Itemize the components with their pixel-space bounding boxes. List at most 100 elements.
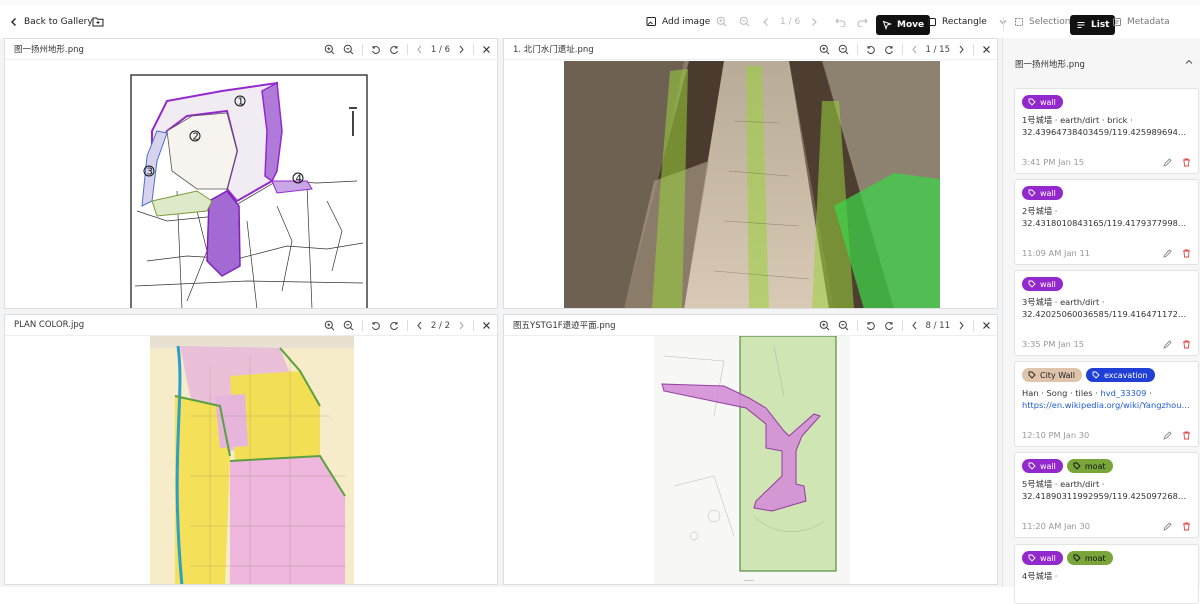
north-water-gate-excavation-photo[interactable] bbox=[564, 61, 940, 309]
zoom-in-icon[interactable] bbox=[819, 320, 830, 331]
tag-list: wall bbox=[1022, 277, 1191, 291]
rotate-left-icon[interactable] bbox=[371, 45, 381, 55]
redo-button[interactable] bbox=[857, 12, 868, 32]
chevron-right-icon[interactable] bbox=[958, 321, 965, 330]
chevron-left-icon[interactable] bbox=[911, 321, 918, 330]
close-icon[interactable] bbox=[482, 321, 491, 330]
chevron-right-icon[interactable] bbox=[958, 45, 965, 54]
divider bbox=[901, 320, 903, 331]
selection-tab[interactable]: Selection bbox=[1014, 12, 1070, 32]
list-tab[interactable]: List bbox=[1070, 15, 1116, 35]
tag-city-wall[interactable]: City Wall bbox=[1022, 368, 1082, 382]
zoom-in-button[interactable] bbox=[716, 12, 727, 32]
edit-icon[interactable] bbox=[1163, 430, 1172, 440]
rotate-right-icon[interactable] bbox=[884, 321, 894, 331]
back-to-gallery-button[interactable]: Back to Gallery bbox=[9, 12, 93, 32]
folder-button[interactable] bbox=[92, 12, 104, 32]
chevron-left-icon[interactable] bbox=[911, 45, 918, 54]
wikipedia-link[interactable]: https://en.wikipedia.org/wiki/Yangzhou ·… bbox=[1022, 399, 1191, 411]
rotate-right-icon[interactable] bbox=[389, 321, 399, 331]
close-icon[interactable] bbox=[482, 45, 491, 54]
tag-icon bbox=[1028, 280, 1036, 288]
card-footer: 3:35 PM Jan 15 bbox=[1022, 339, 1191, 349]
figure-caption: —— bbox=[744, 578, 754, 584]
chevron-up-icon[interactable] bbox=[1184, 58, 1194, 66]
zoom-out-icon[interactable] bbox=[838, 320, 849, 331]
zoom-out-icon[interactable] bbox=[838, 44, 849, 55]
card-line: 1号城墙 · earth/dirt · brick · bbox=[1022, 115, 1133, 125]
move-tool-button[interactable]: Move bbox=[876, 15, 931, 35]
zoom-in-icon[interactable] bbox=[324, 320, 335, 331]
chevron-left-icon[interactable] bbox=[762, 17, 770, 27]
edit-icon[interactable] bbox=[1163, 157, 1172, 167]
chevron-left-icon bbox=[11, 17, 16, 26]
chevron-right-icon[interactable] bbox=[810, 17, 818, 27]
tag-icon bbox=[1028, 554, 1036, 562]
trash-icon[interactable] bbox=[1182, 249, 1191, 258]
close-icon[interactable] bbox=[982, 321, 991, 330]
tag-moat[interactable]: moat bbox=[1066, 459, 1113, 473]
rotate-left-icon[interactable] bbox=[866, 321, 876, 331]
zoom-out-button[interactable] bbox=[739, 12, 750, 32]
card-line: 32.4318010843165/119.41793779985179 · ..… bbox=[1022, 218, 1191, 228]
panel-header: PLAN COLOR.jpg 2 / 2 bbox=[5, 315, 497, 336]
annotation-card[interactable]: wall moat 4号城墙 · bbox=[1014, 544, 1199, 604]
rotate-left-icon[interactable] bbox=[371, 321, 381, 331]
close-icon[interactable] bbox=[982, 45, 991, 54]
tag-wall[interactable]: wall bbox=[1022, 551, 1063, 565]
edit-icon[interactable] bbox=[1163, 248, 1172, 258]
chevron-left-icon[interactable] bbox=[416, 45, 423, 54]
zoom-out-icon[interactable] bbox=[343, 44, 354, 55]
image-panel[interactable]: 图五YSTG1F遗迹平面.png 8 / 11 —— bbox=[503, 314, 998, 585]
tag-wall[interactable]: wall bbox=[1022, 186, 1063, 200]
card-line-text: Han · Song · tiles · bbox=[1022, 388, 1101, 398]
chevron-right-icon[interactable] bbox=[458, 45, 465, 54]
panel-header: 图五YSTG1F遗迹平面.png 8 / 11 bbox=[504, 315, 997, 336]
tag-wall[interactable]: wall bbox=[1022, 459, 1063, 473]
tag-list: wall moat bbox=[1022, 551, 1191, 565]
rotate-left-icon[interactable] bbox=[866, 45, 876, 55]
edit-icon[interactable] bbox=[1163, 339, 1172, 349]
zoom-in-icon[interactable] bbox=[819, 44, 830, 55]
trash-icon[interactable] bbox=[1182, 431, 1191, 440]
plan-color-map-image[interactable] bbox=[150, 336, 354, 585]
toolbar-divider bbox=[1003, 17, 1004, 31]
trash-icon[interactable] bbox=[1182, 340, 1191, 349]
zoom-out-icon[interactable] bbox=[343, 320, 354, 331]
image-panel[interactable]: PLAN COLOR.jpg 2 / 2 bbox=[4, 314, 498, 585]
divider bbox=[856, 44, 858, 55]
tag-list: City Wall excavation bbox=[1022, 368, 1191, 382]
add-image-button[interactable]: Add image bbox=[646, 12, 710, 32]
annotation-card[interactable]: wall 1号城墙 · earth/dirt · brick · 32.4396… bbox=[1014, 88, 1199, 174]
ystg1f-site-plan-image[interactable]: —— bbox=[654, 336, 850, 585]
tag-wall[interactable]: wall bbox=[1022, 277, 1063, 291]
rotate-right-icon[interactable] bbox=[389, 45, 399, 55]
edit-icon[interactable] bbox=[1163, 521, 1172, 531]
zoom-in-icon[interactable] bbox=[324, 44, 335, 55]
svg-text:2: 2 bbox=[193, 132, 199, 143]
annotation-card[interactable]: wall moat 5号城墙 · earth/dirt · 32.4189031… bbox=[1014, 452, 1199, 538]
rectangle-tool-button[interactable]: Rectangle bbox=[927, 12, 1008, 32]
tag-label: excavation bbox=[1103, 370, 1148, 380]
annotation-card[interactable]: wall 2号城墙 · 32.4318010843165/119.4179377… bbox=[1014, 179, 1199, 265]
image-panel[interactable]: 1. 北门水门遗址.png 1 / 15 bbox=[503, 38, 998, 309]
chevron-left-icon[interactable] bbox=[416, 321, 423, 330]
tag-list: wall bbox=[1022, 95, 1191, 109]
panel-pager: 1 / 6 bbox=[430, 44, 450, 55]
chevron-right-icon[interactable] bbox=[458, 321, 465, 330]
trash-icon[interactable] bbox=[1182, 158, 1191, 167]
rotate-right-icon[interactable] bbox=[884, 45, 894, 55]
tag-wall[interactable]: wall bbox=[1022, 95, 1063, 109]
undo-button[interactable] bbox=[835, 12, 846, 32]
rectangle-label: Rectangle bbox=[942, 16, 987, 27]
metadata-tab[interactable]: Metadata bbox=[1112, 12, 1170, 32]
tag-excavation[interactable]: excavation bbox=[1085, 368, 1155, 382]
annotation-card[interactable]: wall 3号城墙 · earth/dirt · 32.420250600365… bbox=[1014, 270, 1199, 356]
image-panel[interactable]: 图一扬州地形.png 1 / 6 1 2 3 4 bbox=[4, 38, 498, 309]
yangzhou-terrain-map-image[interactable]: 1 2 3 4 bbox=[127, 71, 371, 309]
annotation-card[interactable]: City Wall excavation Han · Song · tiles … bbox=[1014, 361, 1199, 447]
tag-moat[interactable]: moat bbox=[1066, 551, 1113, 565]
trash-icon[interactable] bbox=[1182, 522, 1191, 531]
record-link[interactable]: hvd_33309 bbox=[1100, 388, 1146, 398]
card-timestamp: 11:09 AM Jan 11 bbox=[1022, 248, 1091, 258]
